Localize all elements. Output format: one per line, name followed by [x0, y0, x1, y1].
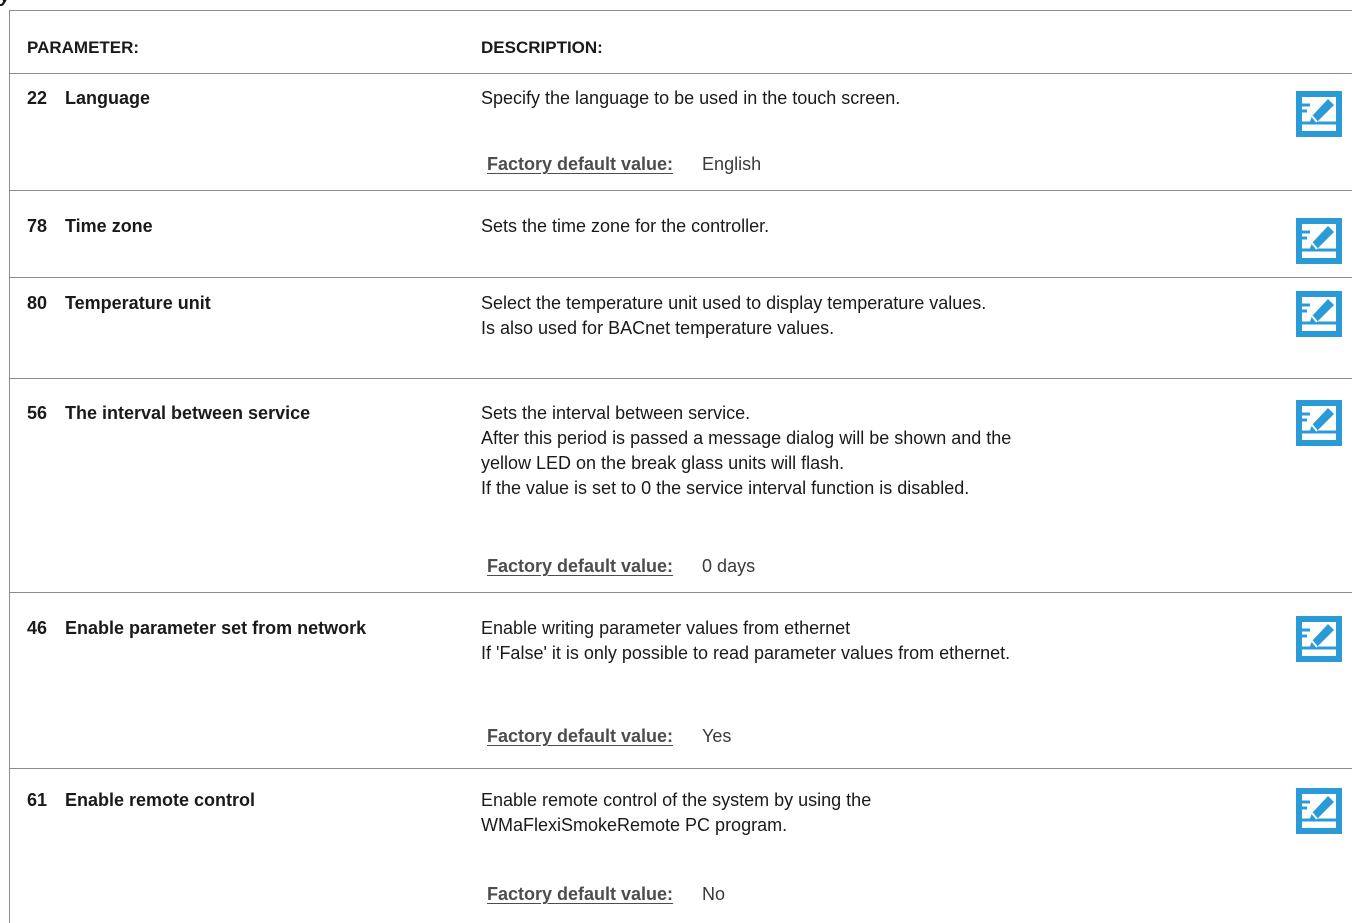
- parameter-name: Enable parameter set from network: [65, 618, 367, 638]
- description-line: Select the temperature unit used to disp…: [481, 293, 987, 313]
- factory-default: Factory default value: 0 days: [487, 554, 755, 579]
- parameter-name: Language: [65, 88, 151, 108]
- factory-default: Factory default value: No: [487, 882, 725, 907]
- description-line: If 'False' it is only possible to read p…: [481, 643, 1011, 663]
- parameter-name: The interval between service: [65, 403, 311, 423]
- table-row: 80 Temperature unit Select the temperatu…: [10, 278, 1352, 379]
- table-row: 61 Enable remote control Enable remote c…: [10, 769, 1352, 923]
- parameter-name: Time zone: [65, 216, 153, 236]
- parameter-document-page: y PARAMETER: DESCRIPTION: 22 Language Sp…: [0, 0, 1352, 923]
- edit-pencil-icon[interactable]: [1296, 616, 1342, 662]
- description-line: Is also used for BACnet temperature valu…: [481, 318, 835, 338]
- factory-default-value: 0 days: [702, 556, 756, 576]
- table-row: 78 Time zone Sets the time zone for the …: [10, 191, 1352, 278]
- description-line: Specify the language to be used in the t…: [481, 88, 901, 108]
- edit-pencil-icon[interactable]: [1296, 788, 1342, 834]
- description-line: yellow LED on the break glass units will…: [481, 453, 845, 473]
- parameter-number: 22: [27, 88, 48, 108]
- edit-pencil-icon[interactable]: [1296, 91, 1342, 137]
- parameter-description: Sets the time zone for the controller.: [481, 214, 1281, 239]
- table-header-row: PARAMETER: DESCRIPTION:: [10, 11, 1352, 74]
- parameter-name: Temperature unit: [65, 293, 211, 313]
- parameter-number: 61: [27, 790, 48, 810]
- parameter-number: 46: [27, 618, 48, 638]
- table-row: 46 Enable parameter set from network Ena…: [10, 593, 1352, 769]
- description-line: If the value is set to 0 the service int…: [481, 478, 970, 498]
- factory-default-value: Yes: [702, 726, 732, 746]
- edit-pencil-icon[interactable]: [1296, 218, 1342, 264]
- factory-default-value: English: [702, 154, 762, 174]
- edit-pencil-icon[interactable]: [1296, 291, 1342, 337]
- factory-default: Factory default value: English: [487, 152, 761, 177]
- description-line: Enable remote control of the system by u…: [481, 790, 872, 810]
- parameter-column-header: PARAMETER:: [27, 38, 140, 57]
- parameter-description: Specify the language to be used in the t…: [481, 86, 1281, 111]
- parameter-number: 56: [27, 403, 48, 423]
- parameter-description: Sets the interval between service. After…: [481, 401, 1281, 501]
- parameter-number: 80: [27, 293, 48, 313]
- parameter-table: PARAMETER: DESCRIPTION: 22 Language Spec…: [9, 10, 1352, 923]
- factory-default: Factory default value: Yes: [487, 724, 731, 749]
- parameter-description: Enable writing parameter values from eth…: [481, 616, 1281, 666]
- factory-default-value: No: [702, 884, 726, 904]
- description-line: After this period is passed a message di…: [481, 428, 1012, 448]
- table-row: 22 Language Specify the language to be u…: [10, 74, 1352, 191]
- parameter-description: Enable remote control of the system by u…: [481, 788, 1281, 838]
- table-row: 56 The interval between service Sets the…: [10, 379, 1352, 593]
- edit-pencil-icon[interactable]: [1296, 400, 1342, 446]
- factory-default-label: Factory default value:: [487, 556, 674, 576]
- factory-default-label: Factory default value:: [487, 884, 674, 904]
- description-line: Enable writing parameter values from eth…: [481, 618, 851, 638]
- factory-default-label: Factory default value:: [487, 726, 674, 746]
- parameter-description: Select the temperature unit used to disp…: [481, 291, 1281, 341]
- description-line: Sets the time zone for the controller.: [481, 216, 770, 236]
- section-heading-fragment: y: [0, 0, 11, 8]
- description-line: WMaFlexiSmokeRemote PC program.: [481, 815, 788, 835]
- description-column-header: DESCRIPTION:: [481, 38, 603, 57]
- parameter-number: 78: [27, 216, 48, 236]
- factory-default-label: Factory default value:: [487, 154, 674, 174]
- description-line: Sets the interval between service.: [481, 403, 751, 423]
- parameter-name: Enable remote control: [65, 790, 256, 810]
